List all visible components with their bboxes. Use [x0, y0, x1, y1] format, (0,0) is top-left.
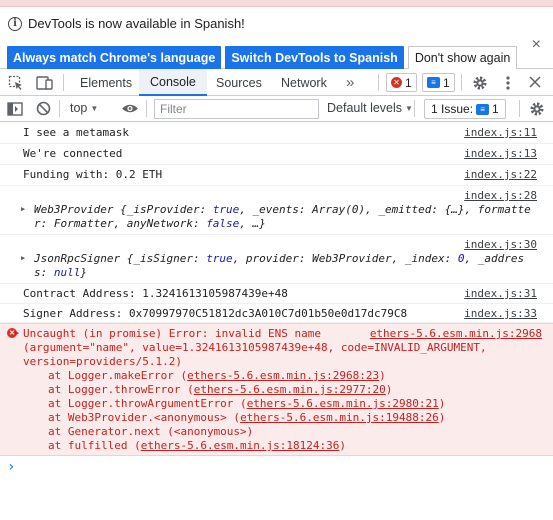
console-message: Signer Address: 0x70997970C51812dc3A010C…	[0, 304, 553, 323]
console-message-object[interactable]: index.js:28 ▶ Web3Provider {_isProvider:…	[0, 186, 553, 235]
filter-input[interactable]: Filter	[154, 99, 319, 119]
source-link[interactable]: index.js:13	[464, 147, 537, 160]
tab-network[interactable]: Network	[272, 69, 336, 96]
error-source-link[interactable]: ethers-5.6.esm.min.js:2968	[370, 327, 542, 340]
infobar-message: DevTools is now available in Spanish!	[28, 16, 245, 31]
stack-frame-link[interactable]: ethers-5.6.esm.min.js:2968:23	[187, 369, 379, 382]
dropdown-caret-icon: ▼	[405, 103, 413, 113]
divider	[461, 74, 462, 91]
always-match-language-button[interactable]: Always match Chrome's language	[7, 46, 222, 70]
stack-frame: at Logger.throwError (ethers-5.6.esm.min…	[48, 383, 393, 396]
object-preview-line2: r: Formatter, anyNetwork: false, …}	[34, 217, 266, 230]
source-link[interactable]: index.js:11	[464, 126, 537, 139]
source-link[interactable]: index.js:22	[464, 168, 537, 181]
live-expression-eye-icon[interactable]	[121, 102, 139, 115]
more-tabs-chevron-icon[interactable]: »	[346, 69, 354, 96]
message-text: I see a metamask	[23, 126, 129, 139]
stack-frame: at Logger.makeError (ethers-5.6.esm.min.…	[48, 369, 386, 382]
source-link[interactable]: index.js:30	[464, 238, 537, 251]
message-text: Funding with: 0.2 ETH	[23, 168, 163, 181]
divider	[146, 100, 147, 117]
log-levels-dropdown[interactable]: Default levels ▼	[327, 101, 413, 115]
divider	[59, 100, 60, 117]
console-error-message: ✕ ▶ Uncaught (in promise) Error: invalid…	[0, 323, 553, 456]
expand-triangle-icon[interactable]: ▶	[21, 254, 25, 262]
message-count-badge[interactable]: ≡ 1	[422, 73, 455, 92]
issues-count: 1	[492, 102, 499, 116]
sidebar-toggle-icon[interactable]	[7, 101, 23, 117]
source-link[interactable]: index.js:33	[464, 307, 537, 320]
close-icon[interactable]: ×	[532, 36, 541, 54]
object-preview-line2: s: null}	[34, 266, 87, 279]
divider	[378, 74, 379, 91]
console-message: Contract Address: 1.3241613105987439e+48…	[0, 284, 553, 304]
message-text: Signer Address: 0x70997970C51812dc3A010C…	[23, 307, 408, 320]
info-icon: i	[8, 16, 22, 31]
issues-label: 1 Issue:	[431, 102, 474, 116]
console-message: We're connected index.js:13	[0, 144, 553, 165]
window-top-strip	[0, 0, 553, 7]
language-infobar: i DevTools is now available in Spanish! …	[0, 7, 553, 70]
devtools-tabbar: Elements Console Sources Network » ✕ 1 ≡…	[0, 69, 553, 96]
message-text: We're connected	[23, 147, 123, 160]
stack-frame: at Logger.throwArgumentError (ethers-5.6…	[48, 397, 446, 410]
stack-frame-link[interactable]: ethers-5.6.esm.min.js:18124:36	[141, 439, 340, 452]
source-link[interactable]: index.js:28	[464, 189, 537, 202]
console-message: I see a metamask index.js:11	[0, 123, 553, 144]
more-options-kebab-icon[interactable]	[505, 75, 511, 91]
divider	[414, 100, 415, 117]
device-toolbar-icon[interactable]	[36, 75, 54, 91]
message-count: 1	[443, 75, 450, 90]
divider	[63, 74, 64, 91]
context-label: top	[70, 101, 88, 115]
expand-triangle-icon[interactable]: ▶	[15, 329, 19, 337]
stack-frame-link[interactable]: ethers-5.6.esm.min.js:19488:26	[240, 411, 439, 424]
close-devtools-icon[interactable]	[529, 76, 541, 88]
console-message-object[interactable]: index.js:30 ▶ JsonRpcSigner {_isSigner: …	[0, 235, 553, 284]
error-text-line2: (argument="name", value=1.32416131059874…	[23, 341, 487, 354]
tab-sources[interactable]: Sources	[206, 69, 272, 96]
dropdown-caret-icon: ▼	[90, 103, 99, 113]
console-message: Funding with: 0.2 ETH index.js:22	[0, 165, 553, 186]
context-selector[interactable]: top ▼	[70, 101, 98, 115]
error-text-line3: version=providers/5.1.2)	[23, 355, 182, 368]
error-count: 1	[405, 75, 412, 90]
stack-frame: at Generator.next (<anonymous>)	[48, 425, 254, 438]
switch-to-spanish-button[interactable]: Switch DevTools to Spanish	[225, 46, 404, 70]
divider	[519, 100, 520, 117]
console-prompt-chevron-icon[interactable]: ›	[7, 459, 15, 475]
inspect-element-icon[interactable]	[8, 75, 24, 91]
clear-console-icon[interactable]	[36, 101, 51, 116]
error-count-badge[interactable]: ✕ 1	[386, 73, 417, 92]
stack-frame: at fulfilled (ethers-5.6.esm.min.js:1812…	[48, 439, 347, 452]
expand-triangle-icon[interactable]: ▶	[21, 205, 25, 213]
issues-button[interactable]: 1 Issue: ≡ 1	[424, 99, 506, 119]
console-settings-gear-icon[interactable]	[529, 101, 545, 117]
log-levels-label: Default levels	[327, 101, 403, 115]
object-preview-line1: JsonRpcSigner {_isSigner: true, provider…	[34, 252, 525, 265]
console-output: I see a metamask index.js:11 We're conne…	[0, 123, 553, 456]
issue-icon: ≡	[476, 103, 490, 115]
message-text: Contract Address: 1.3241613105987439e+48	[23, 287, 288, 300]
settings-gear-icon[interactable]	[472, 75, 488, 91]
stack-frame-link[interactable]: ethers-5.6.esm.min.js:2977:20	[194, 383, 386, 396]
error-icon: ✕	[391, 77, 402, 88]
tab-console[interactable]: Console	[139, 69, 207, 96]
object-preview-line1: Web3Provider {_isProvider: true, _events…	[34, 203, 531, 216]
dont-show-again-button[interactable]: Don't show again	[407, 46, 518, 70]
message-icon: ≡	[427, 77, 440, 88]
stack-frame-link[interactable]: ethers-5.6.esm.min.js:2980:21	[247, 397, 439, 410]
source-link[interactable]: index.js:31	[464, 287, 537, 300]
tab-elements[interactable]: Elements	[70, 69, 142, 96]
stack-frame: at Web3Provider.<anonymous> (ethers-5.6.…	[48, 411, 446, 424]
console-toolbar: top ▼ Filter Default levels ▼ 1 Issue: ≡…	[0, 96, 553, 122]
error-text-line1: Uncaught (in promise) Error: invalid ENS…	[23, 327, 322, 340]
